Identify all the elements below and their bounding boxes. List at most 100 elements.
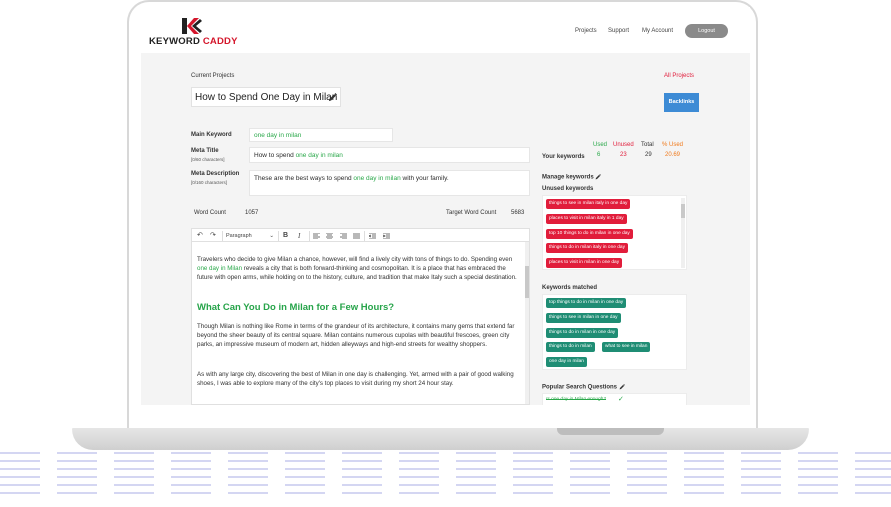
- main-content: Current Projects How to Spend One Day in…: [141, 53, 750, 405]
- unused-keyword-chip[interactable]: things to see in milan italy in one day: [546, 199, 631, 209]
- align-justify-icon[interactable]: [353, 233, 360, 239]
- all-projects-link[interactable]: All Projects: [664, 73, 694, 79]
- content-editor[interactable]: Travelers who decide to give Milan a cha…: [191, 242, 530, 405]
- editor-scrollbar-thumb[interactable]: [525, 266, 529, 298]
- align-left-icon[interactable]: [313, 233, 320, 239]
- keywords-matched-panel: top things to do in milan in one day thi…: [542, 294, 687, 370]
- popular-questions-text: Popular Search Questions: [542, 384, 618, 391]
- align-right-icon[interactable]: [340, 233, 347, 239]
- paragraph-keyword: one day in Milan: [197, 265, 243, 272]
- pencil-icon[interactable]: [619, 384, 625, 390]
- matched-keyword-chip[interactable]: things to see in milan in one day: [546, 313, 621, 323]
- percent-used-label: % Used: [662, 142, 684, 148]
- meta-title-keyword: one day in milan: [295, 152, 343, 159]
- pencil-icon[interactable]: [328, 93, 337, 102]
- unused-keyword-chip[interactable]: things to do in milan italy in one day: [546, 243, 628, 253]
- unused-count: 23: [620, 152, 627, 158]
- meta-title-text: How to spend: [254, 152, 296, 159]
- matched-keyword-chip[interactable]: things to do in milan: [546, 342, 595, 352]
- unused-keyword-chip[interactable]: places to visit in milan in one day: [546, 258, 623, 268]
- meta-description-text: These are the best ways to spend: [254, 175, 354, 182]
- meta-title-char-count: [0/60 characters]: [191, 157, 225, 162]
- matched-keyword-chip[interactable]: what to see in milan: [602, 342, 651, 352]
- unused-keyword-chip[interactable]: top 10 things to do in milan in one day: [546, 229, 633, 239]
- format-select[interactable]: Paragraph ⌄: [226, 229, 276, 243]
- brand-name[interactable]: KEYWORD CADDY: [149, 36, 238, 47]
- used-label: Used: [593, 142, 608, 148]
- backlinks-button[interactable]: Backlinks: [664, 93, 699, 112]
- word-count-label: Word Count: [194, 210, 226, 216]
- meta-description-char-count: [0/160 characters]: [191, 180, 228, 185]
- decor-dash-row: [0, 492, 891, 494]
- meta-title-label: Meta Title: [191, 148, 219, 154]
- decor-dash-row: [0, 452, 891, 454]
- article-paragraph-1: Travelers who decide to give Milan a cha…: [197, 255, 519, 282]
- article-heading: What Can You Do in Milan for a Few Hours…: [197, 302, 395, 313]
- editor-scrollbar[interactable]: [525, 242, 529, 404]
- laptop-base: [72, 428, 809, 450]
- brand-name-part1: KEYWORD: [149, 36, 203, 47]
- logout-button[interactable]: Logout: [685, 24, 728, 38]
- format-select-value: Paragraph: [226, 233, 252, 239]
- toolbar-divider: [278, 231, 279, 241]
- app-screen: KEYWORD CADDY Projects Support My Accoun…: [141, 7, 750, 405]
- pencil-icon[interactable]: [595, 174, 602, 180]
- check-icon: ✓: [618, 396, 624, 403]
- your-keywords-label: Your keywords: [542, 154, 585, 160]
- target-word-count-label: Target Word Count: [446, 210, 497, 216]
- toolbar-divider: [222, 231, 223, 241]
- chevron-down-icon: ⌄: [269, 233, 274, 239]
- toolbar-divider: [309, 231, 310, 241]
- keywords-matched-heading: Keywords matched: [542, 285, 598, 291]
- toolbar-divider: [364, 231, 365, 241]
- nav-support[interactable]: Support: [608, 28, 629, 34]
- nav-projects[interactable]: Projects: [575, 28, 597, 34]
- laptop-notch: [557, 428, 664, 435]
- used-count: 6: [597, 152, 601, 158]
- popular-questions-heading[interactable]: Popular Search Questions: [542, 384, 625, 391]
- manage-keywords-label[interactable]: Manage keywords: [542, 174, 602, 181]
- project-title-box[interactable]: How to Spend One Day in Milan: [191, 87, 341, 107]
- undo-icon[interactable]: ↶: [197, 229, 203, 243]
- nav-my-account[interactable]: My Account: [642, 28, 673, 34]
- align-center-icon[interactable]: [326, 233, 333, 239]
- article-paragraph-3: As with any large city, discovering the …: [197, 371, 514, 387]
- project-title: How to Spend One Day in Milan: [195, 92, 338, 103]
- logo-icon: [182, 18, 202, 34]
- unused-keywords-scrollbar[interactable]: [681, 198, 685, 268]
- outdent-icon[interactable]: [369, 233, 376, 239]
- meta-description-suffix: with your family.: [400, 175, 449, 182]
- meta-description-input[interactable]: These are the best ways to spend one day…: [249, 170, 530, 196]
- unused-keyword-chip[interactable]: places to visit in milan italy in 1 day: [546, 214, 627, 224]
- current-projects-label: Current Projects: [191, 73, 235, 79]
- search-question[interactable]: Is one day in Milan enough?: [546, 397, 606, 402]
- matched-keyword-chip[interactable]: one day in milan: [546, 357, 587, 367]
- brand-name-part2: CADDY: [202, 36, 238, 47]
- matched-keyword-chip[interactable]: things to do in milan in one day: [546, 328, 619, 338]
- word-count-value: 1057: [245, 210, 259, 216]
- decor-dash-row: [0, 460, 891, 462]
- paragraph-text: Travelers who decide to give Milan a cha…: [197, 256, 513, 263]
- unused-label: Unused: [613, 142, 634, 148]
- main-keyword-label: Main Keyword: [191, 132, 232, 138]
- editor-toolbar: ↶ ↷ Paragraph ⌄ B I: [191, 228, 530, 242]
- italic-button[interactable]: I: [298, 229, 300, 243]
- decor-dash-row: [0, 484, 891, 486]
- decor-dash-row: [0, 476, 891, 478]
- unused-keywords-panel: things to see in milan italy in one day …: [542, 195, 687, 270]
- unused-keywords-heading: Unused keywords: [542, 186, 594, 192]
- meta-description-label: Meta Description: [191, 171, 240, 177]
- decor-dash-row: [0, 468, 891, 470]
- popular-questions-panel: Is one day in Milan enough? ✓: [542, 393, 687, 405]
- bold-button[interactable]: B: [283, 229, 288, 243]
- unused-keywords-scrollbar-thumb[interactable]: [681, 204, 685, 218]
- redo-icon[interactable]: ↷: [210, 229, 216, 243]
- paragraph-text: reveals a city that is both forward-thin…: [197, 265, 517, 281]
- matched-keyword-chip[interactable]: top things to do in milan in one day: [546, 298, 627, 308]
- meta-description-keyword: one day in milan: [353, 175, 401, 182]
- meta-title-input[interactable]: How to spend one day in milan: [249, 147, 530, 163]
- target-word-count-value: 5683: [511, 210, 525, 216]
- main-keyword-input[interactable]: one day in milan: [249, 128, 393, 142]
- total-count: 29: [645, 152, 652, 158]
- indent-icon[interactable]: [383, 233, 390, 239]
